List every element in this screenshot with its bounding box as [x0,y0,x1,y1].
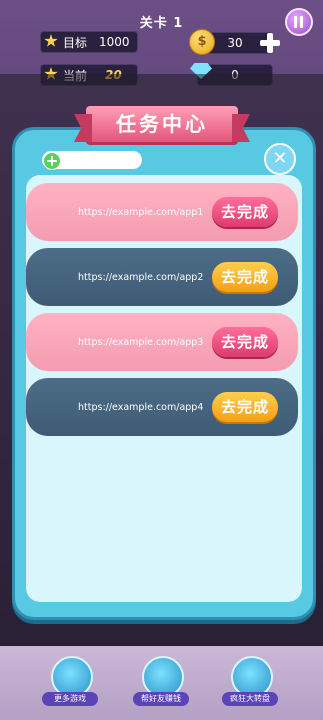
target-label: 目标 [63,35,88,50]
task-row: https://example.com/app2 去完成 [26,248,298,306]
add-icon[interactable] [43,152,61,170]
target-value: 1000 [99,35,130,49]
go-complete-button[interactable]: 去完成 [212,197,278,227]
pause-button[interactable] [285,8,313,36]
task-row: https://example.com/app4 去完成 [26,378,298,436]
invite-friends-label[interactable]: 帮好友赚钱 [133,692,189,706]
task-url: https://example.com/app2 [78,271,204,283]
go-complete-button[interactable]: 去完成 [212,327,278,357]
task-url: https://example.com/app1 [78,206,204,218]
go-complete-button[interactable]: 去完成 [212,392,278,422]
coin-icon: $ [189,29,215,55]
lucky-wheel-label[interactable]: 疯狂大转盘 [222,692,278,706]
bottom-nav: 更多游戏 帮好友赚钱 疯狂大转盘 [0,646,323,720]
target-panel: 目标 1000 [40,31,138,53]
task-url: https://example.com/app3 [78,336,204,348]
coin-value: 30 [227,36,243,50]
more-games-label[interactable]: 更多游戏 [42,692,98,706]
task-row: https://example.com/app1 去完成 [26,183,298,241]
task-center-title: 任务中心 [86,106,238,142]
level-label: 关卡 1 [139,16,184,31]
add-coins-button[interactable] [258,32,282,54]
task-row: https://example.com/app3 去完成 [26,313,298,371]
task-url: https://example.com/app4 [78,401,204,413]
go-complete-button[interactable]: 去完成 [212,262,278,292]
close-button[interactable]: ✕ [264,143,296,175]
